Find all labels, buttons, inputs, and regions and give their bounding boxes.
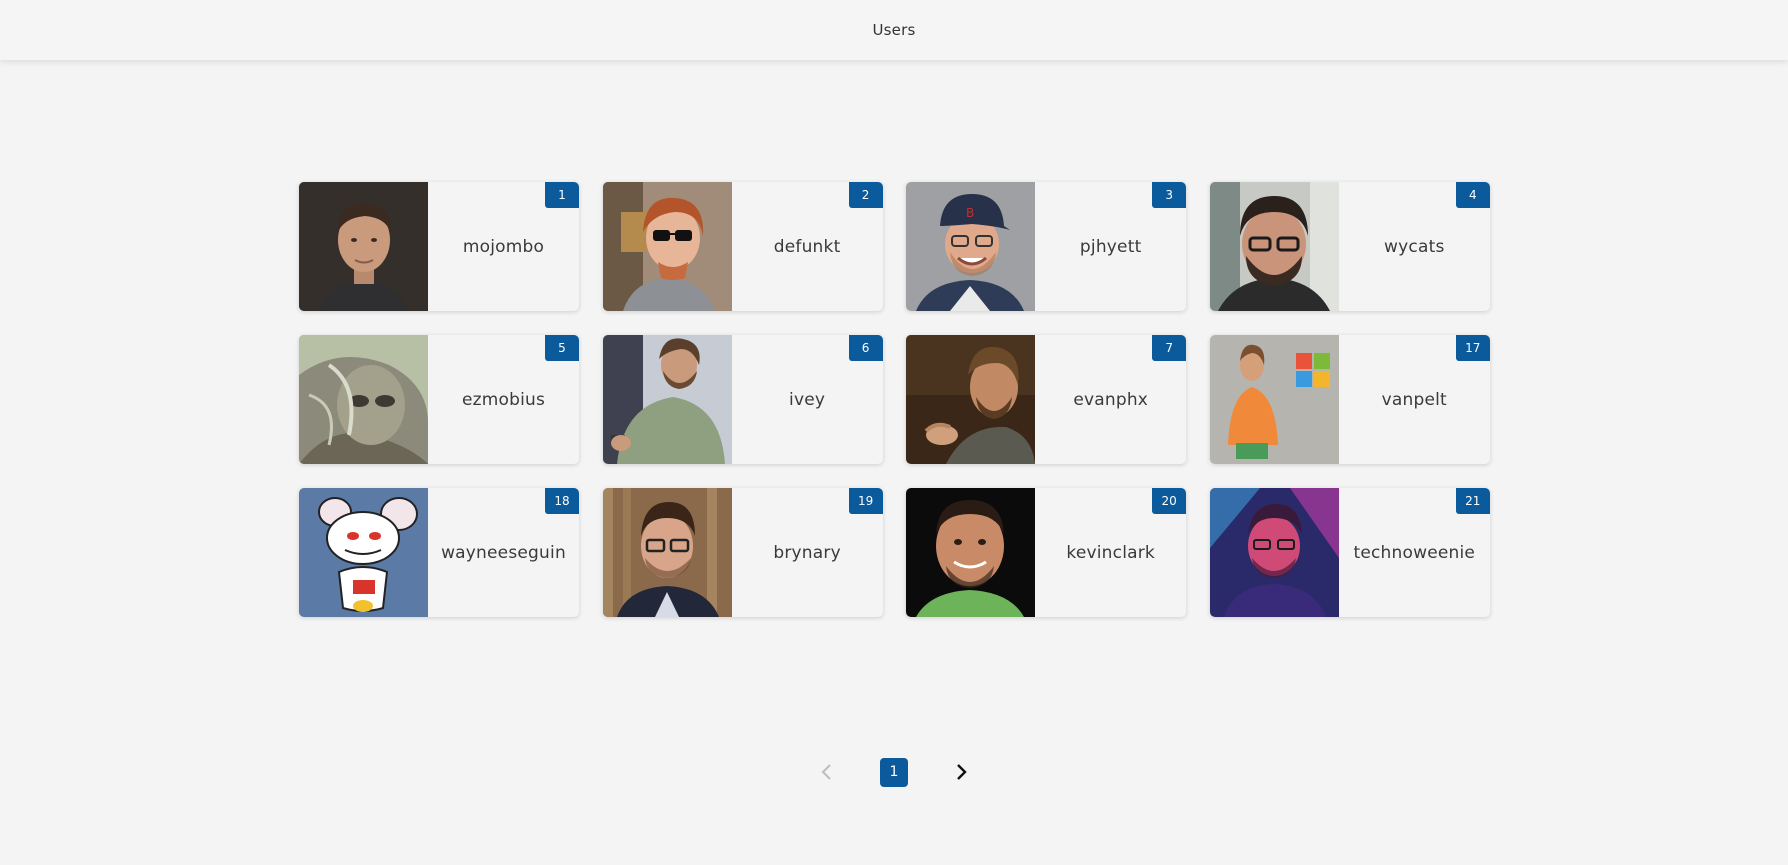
- user-id-badge: 7: [1152, 335, 1187, 361]
- user-id-badge: 2: [848, 182, 883, 208]
- user-avatar: [906, 488, 1036, 617]
- user-card[interactable]: vanpelt 17: [1209, 335, 1490, 464]
- user-avatar: [602, 182, 732, 311]
- user-grid: mojombo 1 defunkt 2 B pjhyett 3 wycats 4…: [299, 182, 1490, 617]
- user-id-badge: 18: [545, 488, 579, 514]
- user-avatar: [299, 335, 428, 464]
- user-id-badge: 5: [545, 335, 579, 361]
- user-card[interactable]: technoweenie 21: [1209, 488, 1490, 617]
- user-avatar: [1209, 182, 1339, 311]
- user-card[interactable]: wayneeseguin 18: [299, 488, 579, 617]
- user-id-badge: 1: [545, 182, 579, 208]
- user-card[interactable]: brynary 19: [602, 488, 883, 617]
- user-id-badge: 17: [1455, 335, 1490, 361]
- pagination: 1: [0, 757, 1788, 787]
- user-avatar: [1209, 488, 1339, 617]
- user-id-badge: 19: [848, 488, 883, 514]
- user-card[interactable]: defunkt 2: [602, 182, 883, 311]
- page-button-current[interactable]: 1: [880, 757, 908, 787]
- user-card[interactable]: wycats 4: [1209, 182, 1490, 311]
- user-id-badge: 4: [1455, 182, 1490, 208]
- user-id-badge: 21: [1455, 488, 1490, 514]
- user-avatar: [1209, 335, 1339, 464]
- user-id-badge: 3: [1152, 182, 1187, 208]
- user-card[interactable]: B pjhyett 3: [906, 182, 1187, 311]
- user-avatar: B: [906, 182, 1036, 311]
- chevron-left-icon[interactable]: [812, 757, 842, 787]
- user-avatar: [906, 335, 1036, 464]
- user-avatar: [602, 335, 732, 464]
- chevron-right-icon[interactable]: [946, 757, 976, 787]
- user-avatar: [299, 488, 428, 617]
- user-id-badge: 6: [848, 335, 883, 361]
- user-avatar: [299, 182, 428, 311]
- user-card[interactable]: ezmobius 5: [299, 335, 579, 464]
- user-card[interactable]: mojombo 1: [299, 182, 579, 311]
- svg-text:B: B: [966, 206, 974, 220]
- user-id-badge: 20: [1152, 488, 1187, 514]
- user-card[interactable]: kevinclark 20: [906, 488, 1187, 617]
- top-bar: Users: [0, 0, 1788, 60]
- user-avatar: [602, 488, 732, 617]
- user-card[interactable]: ivey 6: [602, 335, 883, 464]
- user-card[interactable]: evanphx 7: [906, 335, 1187, 464]
- page-title: Users: [872, 21, 916, 39]
